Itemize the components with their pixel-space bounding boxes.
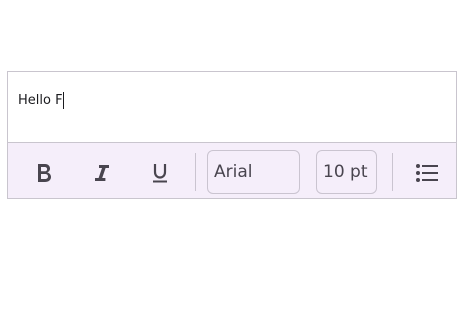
bulleted-list-icon <box>416 164 438 182</box>
editor-text: Hello F <box>18 93 63 108</box>
font-size-value: 10 pt <box>323 162 368 182</box>
bold-button[interactable] <box>28 157 60 189</box>
font-size-select[interactable]: 10 pt <box>316 150 377 194</box>
toolbar-divider <box>195 153 196 191</box>
underline-button[interactable] <box>144 157 176 189</box>
font-family-value: Arial <box>214 162 253 182</box>
bold-icon <box>38 164 51 182</box>
formatting-toolbar: Arial 10 pt <box>8 142 456 198</box>
editor-text-area[interactable]: Hello F <box>8 72 456 142</box>
editor-text-line: Hello F <box>18 92 64 109</box>
text-caret <box>62 92 64 109</box>
italic-button[interactable] <box>86 157 118 189</box>
bulleted-list-button[interactable] <box>411 157 443 189</box>
rich-text-editor: Hello F Arial 10 pt <box>7 71 457 199</box>
font-family-select[interactable]: Arial <box>207 150 300 194</box>
underline-icon <box>153 164 167 183</box>
italic-icon <box>95 165 109 181</box>
toolbar-divider <box>392 153 393 191</box>
